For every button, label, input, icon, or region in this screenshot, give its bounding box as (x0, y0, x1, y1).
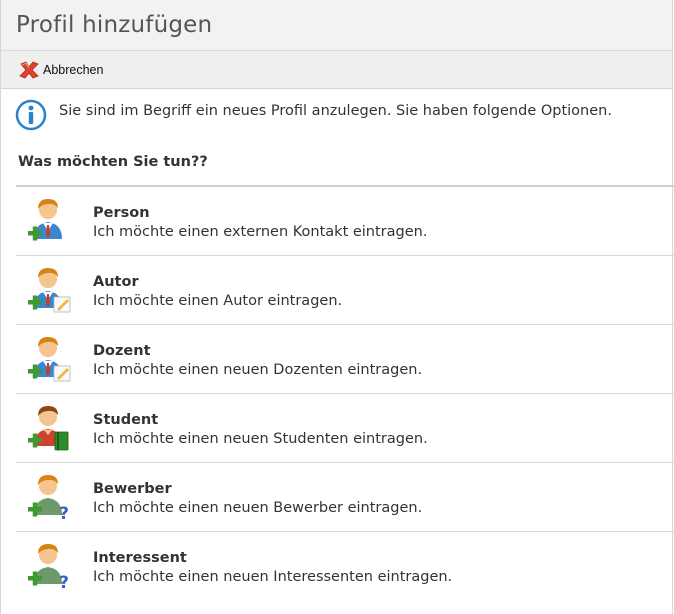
cancel-button[interactable]: Abbrechen (18, 60, 103, 80)
lecturer-add-icon (28, 337, 71, 382)
applicant-add-icon: ? (28, 475, 69, 521)
dialog-header: Profil hinzufügen (1, 0, 672, 51)
option-description: Ich möchte einen neuen Interessenten ein… (93, 569, 453, 585)
page-title: Profil hinzufügen (16, 12, 213, 38)
option-title: Dozent (93, 343, 151, 359)
toolbar: Abbrechen (1, 51, 672, 89)
option-description: Ich möchte einen neuen Dozenten eintrage… (93, 362, 423, 378)
dialog: Profil hinzufügen Abbrechen Sie sind im … (0, 0, 674, 614)
option-dozent[interactable]: Dozent Ich möchte einen neuen Dozenten e… (16, 325, 674, 394)
option-title: Bewerber (93, 481, 172, 497)
option-description: Ich möchte einen Autor eintragen. (93, 293, 343, 309)
prospect-add-icon: ? (28, 544, 69, 590)
question-heading: Was möchten Sie tun?? (18, 154, 208, 170)
option-bewerber[interactable]: ? Bewerber Ich möchte einen neuen Bewerb… (16, 463, 674, 532)
option-description: Ich möchte einen neuen Bewerber eintrage… (93, 500, 423, 516)
option-title: Interessent (93, 550, 187, 566)
option-student[interactable]: Student Ich möchte einen neuen Studenten… (16, 394, 674, 463)
option-autor[interactable]: Autor Ich möchte einen Autor eintragen. (16, 256, 674, 325)
option-title: Student (93, 412, 159, 428)
red-x-icon (19, 61, 39, 78)
svg-text:?: ? (59, 573, 69, 590)
option-title: Person (93, 205, 150, 221)
cancel-button-label: Abbrechen (43, 62, 104, 77)
person-add-icon (28, 199, 62, 241)
option-description: Ich möchte einen externen Kontakt eintra… (93, 224, 428, 240)
info-text: Sie sind im Begriff ein neues Profil anz… (59, 103, 612, 119)
svg-text:?: ? (59, 504, 69, 521)
info-message: Sie sind im Begriff ein neues Profil anz… (1, 89, 672, 145)
option-person[interactable]: Person Ich möchte einen externen Kontakt… (16, 187, 674, 256)
info-icon (15, 99, 47, 131)
option-interessent[interactable]: ? Interessent Ich möchte einen neuen Int… (16, 532, 674, 601)
student-add-icon (28, 406, 69, 451)
option-title: Autor (93, 274, 139, 290)
option-description: Ich möchte einen neuen Studenten eintrag… (93, 431, 428, 447)
author-add-icon (28, 268, 71, 313)
options-list: Person Ich möchte einen externen Kontakt… (16, 185, 674, 601)
